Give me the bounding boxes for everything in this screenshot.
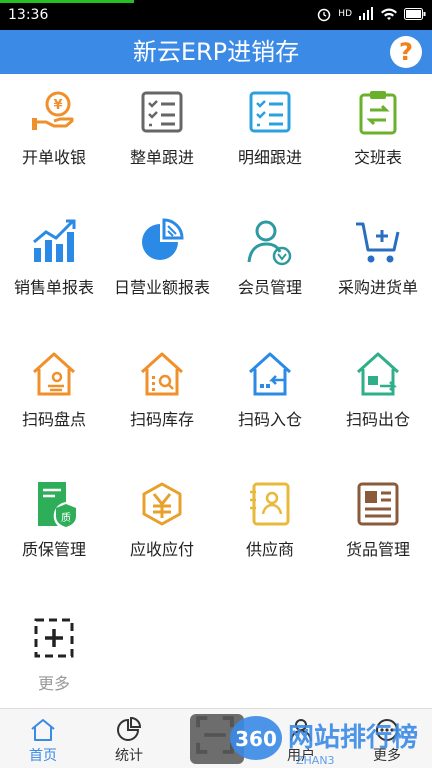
- detail-checklist-icon: [249, 91, 291, 133]
- signal-icon: [359, 7, 373, 20]
- status-bar: 13:36 HD: [0, 0, 432, 30]
- tile-sales-report[interactable]: 销售单报表: [0, 204, 108, 314]
- goods-card-icon: [357, 482, 399, 526]
- warranty-doc-icon: 质: [38, 482, 76, 527]
- tile-scan-stock[interactable]: 扫码库存: [108, 336, 216, 446]
- nav-stats[interactable]: 统计: [86, 709, 172, 769]
- tile-scan-inventory-count[interactable]: 扫码盘点: [0, 336, 108, 446]
- tile-label: 扫码库存: [129, 410, 194, 429]
- house-out-icon: [356, 352, 400, 396]
- watermark: 360 网站排行榜 ZHAN3: [186, 712, 432, 768]
- tile-detail-follow[interactable]: 明细跟进: [216, 74, 324, 184]
- tile-member-manage[interactable]: 会员管理: [216, 204, 324, 314]
- supplier-card-icon: [250, 482, 290, 526]
- yuan-box-icon: [142, 482, 182, 526]
- pie-chart-icon: [142, 218, 184, 260]
- help-icon: ?: [399, 38, 413, 66]
- svg-text:¥: ¥: [53, 98, 62, 113]
- tile-label: 整单跟进: [129, 148, 194, 167]
- tile-label: 扫码出仓: [345, 410, 410, 429]
- nav-label: 统计: [115, 748, 143, 764]
- tile-label: 交班表: [353, 148, 402, 167]
- loading-progress: [0, 0, 134, 3]
- tile-label: 明细跟进: [237, 148, 302, 167]
- watermark-logo: 360 网站排行榜 ZHAN3: [190, 714, 418, 767]
- tile-label: 日营业额报表: [113, 278, 210, 297]
- tile-checkout[interactable]: ¥ 开单收银: [0, 74, 108, 184]
- checklist-icon: [141, 91, 183, 133]
- house-search-icon: [140, 352, 184, 396]
- tile-warranty[interactable]: 质 质保管理: [0, 466, 108, 576]
- nav-label: 首页: [29, 748, 57, 764]
- tile-purchase-order[interactable]: 采购进货单: [324, 204, 432, 314]
- alarm-icon: [318, 8, 331, 22]
- app-header: 新云ERP进销存 ?: [0, 30, 432, 74]
- cart-add-icon: [356, 222, 400, 263]
- tile-label: 销售单报表: [13, 278, 94, 297]
- home-icon: [31, 719, 55, 741]
- hd-signal-label: HD: [338, 9, 352, 19]
- tile-goods-manage[interactable]: 货品管理: [324, 466, 432, 576]
- status-time: 13:36: [8, 7, 49, 23]
- tile-label: 质保管理: [21, 540, 86, 559]
- tile-label: 会员管理: [237, 278, 302, 297]
- tile-daily-revenue[interactable]: 日营业额报表: [108, 204, 216, 314]
- tile-label: 应收应付: [129, 540, 194, 559]
- tile-scan-in[interactable]: 扫码入仓: [216, 336, 324, 446]
- wifi-icon: [381, 8, 397, 20]
- shift-clipboard-icon: [359, 91, 397, 135]
- bar-chart-icon: [33, 219, 76, 262]
- tile-receivable-payable[interactable]: 应收应付: [108, 466, 216, 576]
- house-in-icon: [248, 352, 292, 396]
- tile-label: 供应商: [245, 540, 294, 559]
- tile-label: 更多: [37, 674, 70, 693]
- battery-icon: [404, 8, 426, 20]
- tile-label: 开单收银: [21, 148, 86, 167]
- watermark-sub: ZHAN3: [296, 754, 335, 767]
- watermark-text: 网站排行榜: [288, 722, 418, 753]
- tile-label: 货品管理: [345, 540, 410, 559]
- tile-supplier[interactable]: 供应商: [216, 466, 324, 576]
- help-button[interactable]: ?: [390, 36, 422, 68]
- cashier-hand-coin-icon: ¥: [32, 91, 74, 130]
- svg-text:质: 质: [61, 512, 71, 524]
- member-icon: [247, 220, 292, 266]
- tile-more[interactable]: 更多: [0, 600, 108, 710]
- add-more-icon: [34, 618, 74, 658]
- nav-home[interactable]: 首页: [0, 709, 86, 769]
- tile-order-follow[interactable]: 整单跟进: [108, 74, 216, 184]
- watermark-badge: 360: [235, 727, 277, 751]
- stats-pie-icon: [117, 717, 142, 741]
- page-title: 新云ERP进销存: [132, 38, 300, 66]
- tile-scan-out[interactable]: 扫码出仓: [324, 336, 432, 446]
- tile-label: 扫码入仓: [237, 410, 302, 429]
- tile-label: 扫码盘点: [21, 410, 86, 429]
- status-icons: HD: [316, 6, 426, 22]
- tile-shift-report[interactable]: 交班表: [324, 74, 432, 184]
- house-scan-count-icon: [32, 352, 76, 396]
- tile-label: 采购进货单: [337, 278, 418, 297]
